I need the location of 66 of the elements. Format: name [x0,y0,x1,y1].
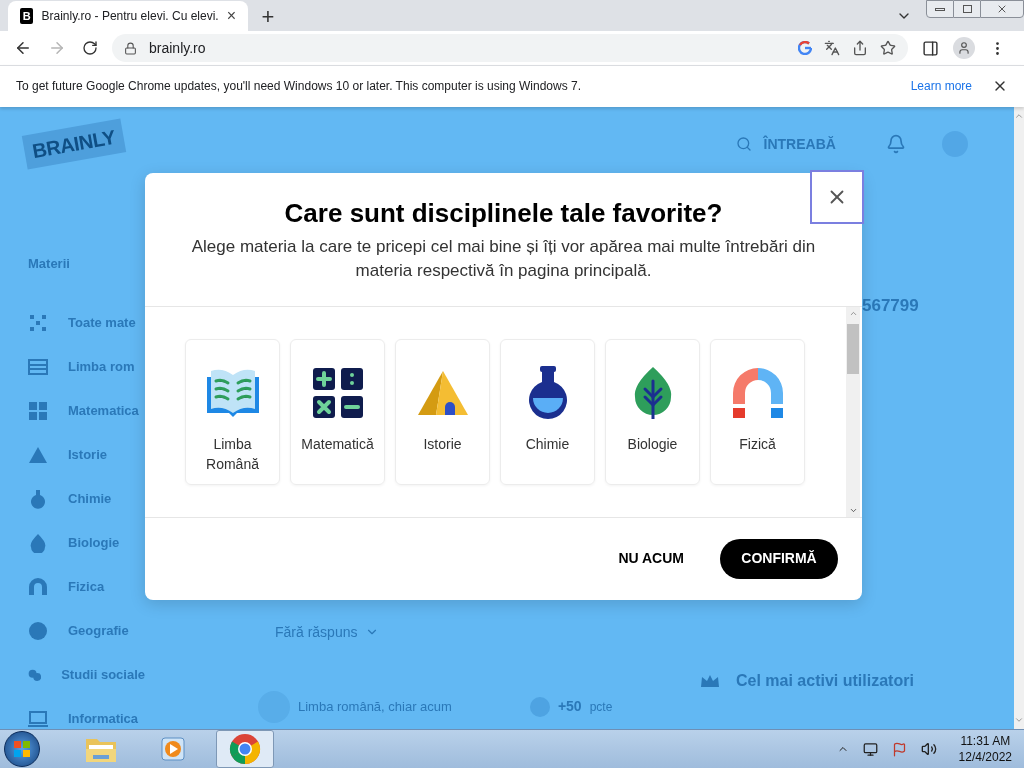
points-total: 567799 [862,295,919,315]
windows-logo-icon [13,740,31,758]
search-icon [735,136,752,152]
side-panel-icon[interactable] [922,39,939,57]
subject-card[interactable]: Chimie [500,338,595,485]
crown-icon [700,673,720,688]
pyramid-icon [417,370,468,415]
feed-subject: Limba română, chiar acum [298,697,452,716]
logo[interactable]: BRAINLY [21,118,126,170]
close-button[interactable] [810,169,864,224]
address-bar[interactable]: brainly.ro [112,34,908,63]
share-icon[interactable] [852,40,868,57]
google-icon[interactable] [798,41,812,56]
grid-icon [28,313,48,333]
translate-icon[interactable] [824,40,840,57]
points-unit: pcte [589,698,613,716]
calculator-icon [312,367,363,418]
flask-icon [526,365,569,420]
flask-icon [28,489,48,509]
url-text: brainly.ro [149,38,207,58]
chrome-icon [229,733,261,765]
action-center-icon[interactable] [891,741,907,757]
volume-icon[interactable] [920,741,937,757]
window-close-button[interactable] [980,0,1024,18]
learn-more-link[interactable]: Learn more [910,77,972,96]
leaf-icon [28,533,48,553]
restore-button[interactable] [954,0,980,18]
browser-tab[interactable]: B Brainly.ro - Pentru elevi. Cu elevi. × [8,1,248,32]
laptop-icon [28,709,48,729]
subject-card[interactable]: Biologie [605,338,700,485]
close-icon [996,3,1008,15]
tab-close-button[interactable]: × [226,4,236,29]
feed-points: +50 [557,697,582,716]
magnet-icon [28,577,48,597]
subject-card[interactable]: Istorie [395,338,490,485]
leaf-icon [632,366,673,419]
clock[interactable]: 11:31 AM 12/4/2022 [958,733,1012,765]
minimize-button[interactable] [926,0,954,18]
not-now-button[interactable]: NU ACUM [618,548,684,569]
taskbar-app-button[interactable] [216,730,274,768]
scrollbar[interactable] [846,306,860,517]
reload-icon[interactable] [82,40,98,57]
subject-card[interactable]: Fizică [710,338,805,485]
subjects-heading: Materii [28,254,71,273]
scrollbar-thumb[interactable] [847,323,859,374]
subject-card[interactable]: Limba Română [185,338,280,485]
section-title: Cel mai activi utilizatori [736,670,914,691]
pyramid-icon [28,445,48,465]
infobar-message: To get future Google Chrome updates, you'll need Windows 10 or later. This computer is using Windows 7. [16,78,583,96]
network-icon[interactable] [862,741,878,757]
profile-avatar[interactable] [953,37,975,60]
bell-icon[interactable] [885,134,906,154]
start-button[interactable] [4,731,40,767]
lock-icon [124,41,137,55]
favicon: B [20,8,34,25]
bookmark-star-icon[interactable] [880,40,896,57]
calculator-icon [28,401,48,421]
new-tab-button[interactable]: + [252,1,284,32]
modal-subtitle: Alege materia la care te pricepi cel mai bine și îți vor apărea mai multe întrebări din materia respectivă în pagina principală. [190,235,817,282]
subject-card[interactable]: Matematică [290,338,385,485]
confirm-button[interactable]: CONFIRMĂ [720,538,838,579]
media-player-icon [159,735,187,763]
magnet-icon [732,367,783,418]
globe-icon [28,621,48,641]
tab-title: Brainly.ro - Pentru elevi. Cu elevi. [41,8,219,26]
modal-title: Care sunt disciplinele tale favorite? [284,196,723,229]
